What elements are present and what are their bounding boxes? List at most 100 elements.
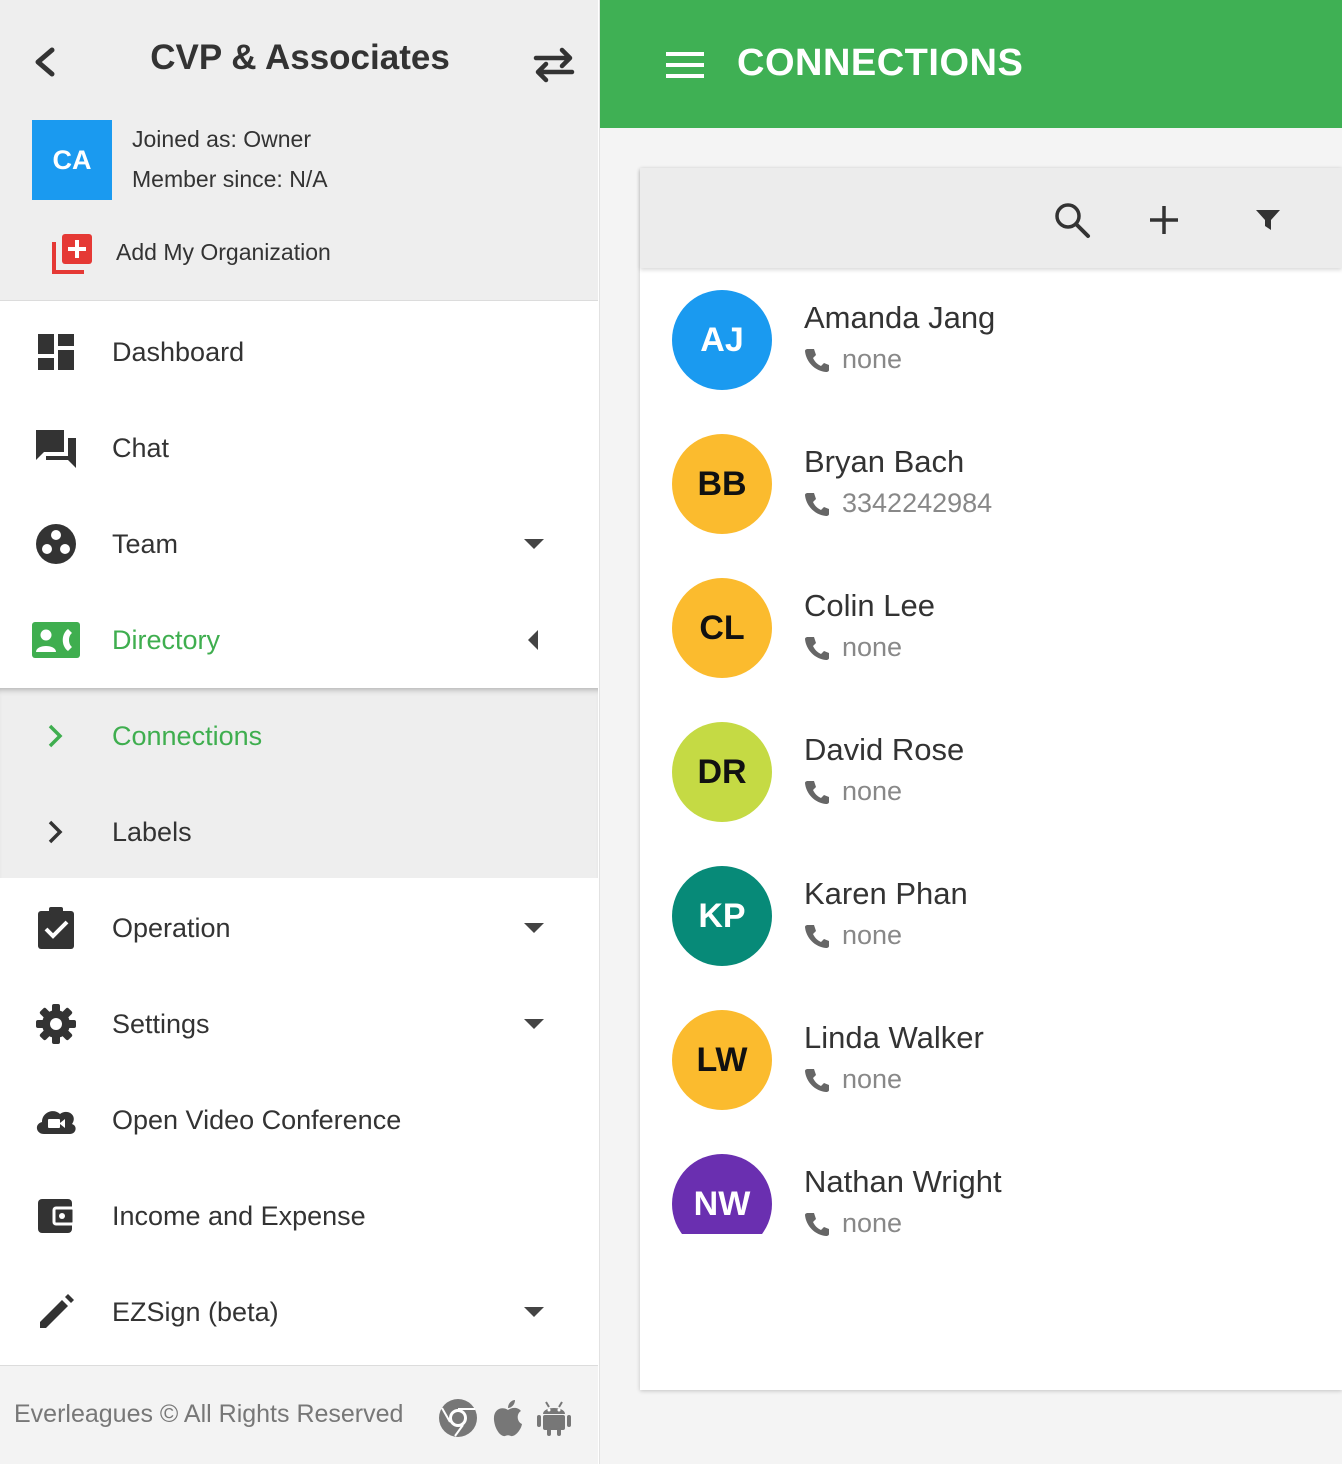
- contact-phone: none: [804, 632, 902, 663]
- contact-phone-value: none: [842, 632, 903, 662]
- back-arrow-icon[interactable]: [28, 42, 64, 82]
- contact-row[interactable]: KP Karen Phan none: [640, 866, 1342, 1010]
- contact-phone-value: none: [842, 1208, 903, 1238]
- contact-avatar: NW: [672, 1154, 772, 1234]
- sidebar-footer: Everleagues © All Rights Reserved: [0, 1365, 598, 1464]
- chat-icon: [32, 428, 80, 468]
- nav-operation-label: Operation: [112, 912, 231, 943]
- contact-name: Bryan Bach: [804, 444, 965, 479]
- contact-row[interactable]: NW Nathan Wright none: [640, 1154, 1342, 1298]
- contact-phone: none: [804, 1064, 902, 1095]
- nav-video-conference-label: Open Video Conference: [112, 1104, 402, 1135]
- contact-name: David Rose: [804, 732, 965, 767]
- org-name: CVP & Associates: [150, 38, 450, 77]
- menu-icon[interactable]: [666, 50, 704, 80]
- nav-income-expense[interactable]: Income and Expense: [0, 1168, 598, 1264]
- copyright-text: Everleagues © All Rights Reserved: [14, 1400, 404, 1428]
- phone-icon: [804, 347, 830, 373]
- submenu-connections[interactable]: Connections: [0, 688, 598, 784]
- contact-phone: none: [804, 344, 902, 375]
- contact-phone-value: none: [842, 1064, 903, 1094]
- nav-operation[interactable]: Operation: [0, 880, 598, 976]
- phone-icon: [804, 923, 830, 949]
- contact-phone-value: 3342242984: [842, 488, 993, 518]
- contact-row[interactable]: CL Colin Lee none: [640, 578, 1342, 722]
- phone-icon: [804, 779, 830, 805]
- nav-team[interactable]: Team: [0, 496, 598, 592]
- contact-row[interactable]: DR David Rose none: [640, 722, 1342, 866]
- contact-phone-value: none: [842, 776, 903, 806]
- add-my-organization-label: Add My Organization: [116, 238, 331, 265]
- contact-avatar: KP: [672, 866, 772, 966]
- nav-income-expense-label: Income and Expense: [112, 1200, 366, 1231]
- contact-phone-icon: [32, 620, 80, 660]
- nav-directory[interactable]: Directory: [0, 592, 598, 688]
- nav-dashboard[interactable]: Dashboard: [0, 304, 598, 400]
- contact-phone: none: [804, 920, 902, 951]
- contact-row[interactable]: BB Bryan Bach 3342242984: [640, 434, 1342, 578]
- nav-ezsign-label: EZSign (beta): [112, 1296, 279, 1327]
- joined-as-text: Joined as: Owner: [132, 126, 311, 152]
- directory-submenu: Connections Labels: [0, 688, 598, 878]
- nav-ezsign[interactable]: EZSign (beta): [0, 1264, 598, 1360]
- chevron-right-icon: [44, 818, 68, 846]
- page-title: CONNECTIONS: [737, 42, 1024, 84]
- contact-row[interactable]: AJ Amanda Jang none: [640, 290, 1342, 434]
- cloud-video-icon: [32, 1100, 80, 1140]
- team-icon: [32, 524, 80, 564]
- add-organization-icon: [48, 228, 96, 276]
- contact-phone-value: none: [842, 920, 903, 950]
- switch-org-icon[interactable]: [530, 44, 578, 84]
- contact-phone: 3342242984: [804, 488, 992, 519]
- org-header: CVP & Associates CA Joined as: Owner Mem…: [0, 0, 598, 301]
- contact-name: Nathan Wright: [804, 1164, 1002, 1199]
- chevron-right-icon: [44, 722, 68, 750]
- add-my-organization-button[interactable]: Add My Organization: [48, 226, 331, 278]
- android-icon[interactable]: [534, 1398, 574, 1438]
- nav-directory-label: Directory: [112, 624, 221, 655]
- contact-avatar: BB: [672, 434, 772, 534]
- nav-dashboard-label: Dashboard: [112, 336, 245, 367]
- chevron-down-icon: [522, 1012, 546, 1036]
- dashboard-icon: [32, 332, 80, 372]
- submenu-labels-label: Labels: [112, 816, 192, 847]
- contact-phone: none: [804, 1208, 902, 1239]
- wallet-icon: [32, 1196, 80, 1236]
- search-icon[interactable]: [1050, 198, 1094, 242]
- phone-icon: [804, 491, 830, 517]
- submenu-labels[interactable]: Labels: [0, 784, 598, 880]
- pencil-icon: [32, 1292, 80, 1332]
- contact-phone: none: [804, 776, 902, 807]
- contact-name: Karen Phan: [804, 876, 968, 911]
- nav-chat[interactable]: Chat: [0, 400, 598, 496]
- org-avatar: CA: [32, 120, 112, 200]
- contact-avatar: CL: [672, 578, 772, 678]
- nav-chat-label: Chat: [112, 432, 170, 463]
- phone-icon: [804, 1067, 830, 1093]
- contact-avatar: AJ: [672, 290, 772, 390]
- chevron-down-icon: [522, 916, 546, 940]
- connections-toolbar: [640, 168, 1342, 268]
- chrome-icon[interactable]: [438, 1398, 478, 1438]
- nav-settings[interactable]: Settings: [0, 976, 598, 1072]
- contact-avatar: DR: [672, 722, 772, 822]
- sidebar: CVP & Associates CA Joined as: Owner Mem…: [0, 0, 600, 1464]
- connections-card: AJ Amanda Jang none BB Bryan Bach 3342242984 C…: [640, 168, 1342, 1390]
- chevron-down-icon: [522, 532, 546, 556]
- apple-icon[interactable]: [488, 1398, 528, 1438]
- gear-icon: [32, 1004, 80, 1044]
- contact-phone-value: none: [842, 344, 903, 374]
- contact-row[interactable]: LW Linda Walker none: [640, 1010, 1342, 1154]
- clipboard-check-icon: [32, 907, 80, 949]
- phone-icon: [804, 635, 830, 661]
- contact-name: Amanda Jang: [804, 300, 996, 335]
- filter-icon[interactable]: [1246, 198, 1290, 242]
- chevron-down-icon: [522, 1300, 546, 1324]
- add-icon[interactable]: [1142, 198, 1186, 242]
- contact-avatar: LW: [672, 1010, 772, 1110]
- submenu-connections-label: Connections: [112, 720, 263, 751]
- contact-name: Colin Lee: [804, 588, 935, 623]
- nav-settings-label: Settings: [112, 1008, 210, 1039]
- nav-team-label: Team: [112, 528, 179, 559]
- nav-video-conference[interactable]: Open Video Conference: [0, 1072, 598, 1168]
